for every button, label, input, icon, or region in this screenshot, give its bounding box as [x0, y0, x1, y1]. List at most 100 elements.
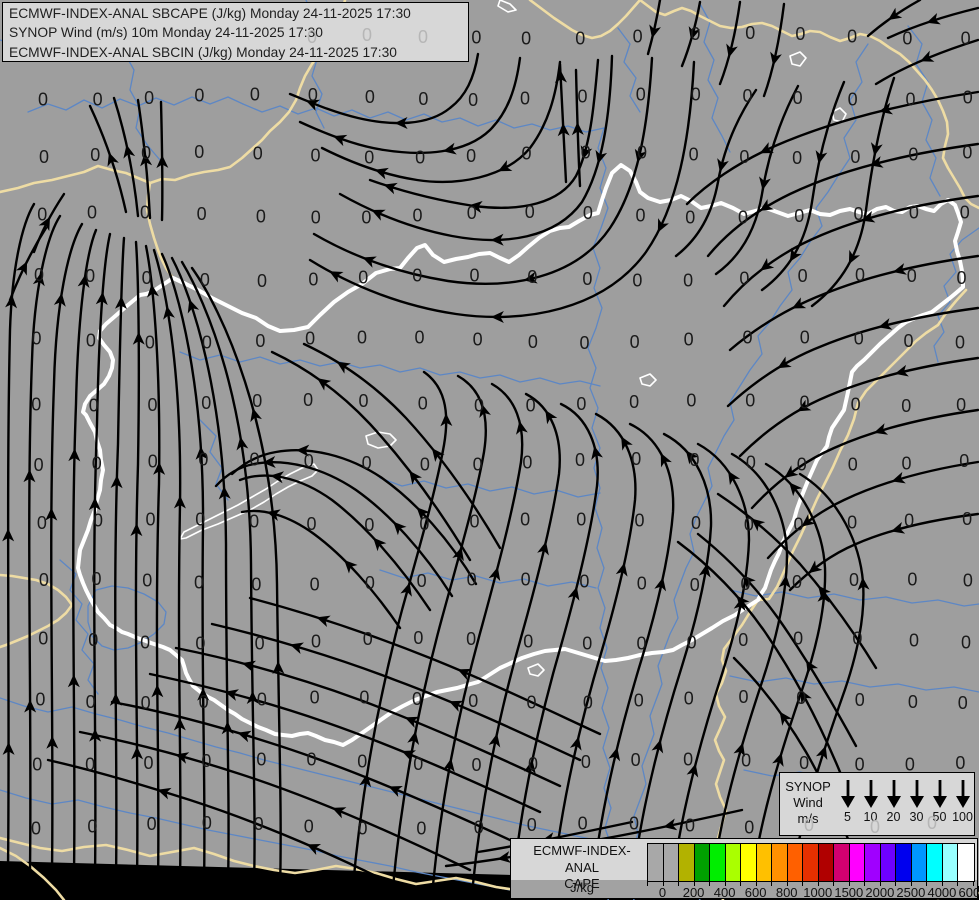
svg-text:0: 0 — [195, 510, 205, 530]
cape-scale-value: 6000 — [958, 885, 979, 900]
svg-text:0: 0 — [684, 688, 694, 708]
svg-text:0: 0 — [413, 754, 423, 774]
svg-text:0: 0 — [633, 26, 643, 46]
svg-text:0: 0 — [252, 391, 262, 411]
svg-text:0: 0 — [631, 449, 641, 469]
svg-text:0: 0 — [686, 390, 696, 410]
svg-text:0: 0 — [144, 88, 154, 108]
wind-speed-item: 30 — [905, 777, 928, 824]
svg-text:0: 0 — [474, 395, 484, 415]
svg-text:0: 0 — [575, 450, 585, 470]
svg-text:0: 0 — [580, 333, 590, 353]
title-synop-wind: SYNOP Wind (m/s) 10m Monday 24-11-2025 1… — [9, 25, 323, 41]
svg-text:0: 0 — [364, 515, 374, 535]
cape-color-cell — [710, 844, 726, 881]
svg-text:0: 0 — [744, 818, 754, 838]
svg-text:0: 0 — [685, 207, 695, 227]
svg-text:0: 0 — [194, 142, 204, 162]
svg-text:0: 0 — [142, 570, 152, 590]
cape-scale-tick — [678, 881, 680, 886]
svg-text:0: 0 — [520, 510, 530, 530]
svg-text:0: 0 — [471, 27, 481, 47]
svg-text:0: 0 — [253, 143, 263, 163]
cape-color-cell — [834, 844, 850, 881]
overlay-value-label: 0 — [870, 817, 881, 837]
svg-text:0: 0 — [744, 515, 754, 535]
svg-text:0: 0 — [957, 268, 967, 288]
svg-text:0: 0 — [413, 628, 423, 648]
svg-text:0: 0 — [636, 205, 646, 225]
svg-text:0: 0 — [143, 753, 153, 773]
svg-text:0: 0 — [963, 87, 973, 107]
svg-text:0: 0 — [637, 574, 647, 594]
svg-text:0: 0 — [630, 332, 640, 352]
svg-text:0: 0 — [304, 816, 314, 836]
svg-text:0: 0 — [198, 450, 208, 470]
title-sbcape: ECMWF-INDEX-ANAL SBCAPE (J/kg) Monday 24… — [9, 6, 411, 21]
svg-text:0: 0 — [201, 393, 211, 413]
svg-text:0: 0 — [89, 396, 99, 416]
svg-text:0: 0 — [249, 512, 259, 532]
svg-text:0: 0 — [636, 634, 646, 654]
svg-text:0: 0 — [852, 629, 862, 649]
wind-speed-value: 30 — [909, 810, 924, 824]
svg-text:0: 0 — [359, 687, 369, 707]
svg-text:0: 0 — [418, 393, 428, 413]
svg-text:0: 0 — [417, 571, 427, 591]
svg-text:0: 0 — [34, 265, 44, 285]
svg-text:0: 0 — [88, 630, 98, 650]
svg-text:0: 0 — [634, 691, 644, 711]
cape-color-cell — [679, 844, 695, 881]
svg-text:0: 0 — [200, 270, 210, 290]
svg-text:0: 0 — [906, 89, 916, 109]
svg-text:0: 0 — [358, 818, 368, 838]
svg-text:0: 0 — [738, 687, 748, 707]
cape-color-cell — [741, 844, 757, 881]
svg-text:0: 0 — [145, 509, 155, 529]
svg-text:0: 0 — [467, 203, 477, 223]
svg-text:0: 0 — [794, 514, 804, 534]
svg-text:0: 0 — [357, 327, 367, 347]
svg-text:0: 0 — [691, 84, 701, 104]
svg-text:0: 0 — [959, 451, 969, 471]
svg-text:0: 0 — [908, 145, 918, 165]
svg-text:0: 0 — [90, 145, 100, 165]
svg-text:0: 0 — [960, 203, 970, 223]
svg-text:0: 0 — [195, 634, 205, 654]
svg-text:0: 0 — [310, 688, 320, 708]
svg-text:0: 0 — [311, 631, 321, 651]
svg-text:0: 0 — [796, 688, 806, 708]
svg-text:0: 0 — [854, 204, 864, 224]
cape-color-cell — [865, 844, 881, 881]
svg-text:0: 0 — [739, 147, 749, 167]
svg-text:0: 0 — [412, 689, 422, 709]
svg-text:0: 0 — [468, 691, 478, 711]
svg-text:0: 0 — [199, 692, 209, 712]
svg-text:0: 0 — [576, 394, 586, 414]
svg-text:0: 0 — [416, 819, 426, 839]
svg-text:0: 0 — [690, 575, 700, 595]
svg-text:0: 0 — [741, 574, 751, 594]
wind-speed-item: 5 — [836, 777, 859, 824]
wind-speed-value: 5 — [844, 810, 851, 824]
svg-text:0: 0 — [251, 574, 261, 594]
svg-text:0: 0 — [310, 575, 320, 595]
svg-text:0: 0 — [849, 570, 859, 590]
svg-text:0: 0 — [31, 328, 41, 348]
svg-text:0: 0 — [363, 629, 373, 649]
svg-text:0: 0 — [256, 749, 266, 769]
svg-text:0: 0 — [904, 510, 914, 530]
cape-scale-value: 1500 — [834, 885, 864, 900]
svg-text:0: 0 — [365, 573, 375, 593]
svg-text:0: 0 — [85, 266, 95, 286]
svg-text:0: 0 — [962, 143, 972, 163]
svg-text:0: 0 — [902, 28, 912, 48]
overlay-value-label: 0 — [362, 25, 373, 45]
down-arrow-icon — [840, 780, 855, 808]
svg-text:0: 0 — [739, 268, 749, 288]
svg-text:0: 0 — [311, 208, 321, 228]
svg-text:0: 0 — [466, 146, 476, 166]
svg-text:0: 0 — [466, 629, 476, 649]
svg-text:0: 0 — [87, 816, 97, 836]
map-title-box: ECMWF-INDEX-ANAL SBCAPE (J/kg) Monday 24… — [2, 2, 469, 62]
